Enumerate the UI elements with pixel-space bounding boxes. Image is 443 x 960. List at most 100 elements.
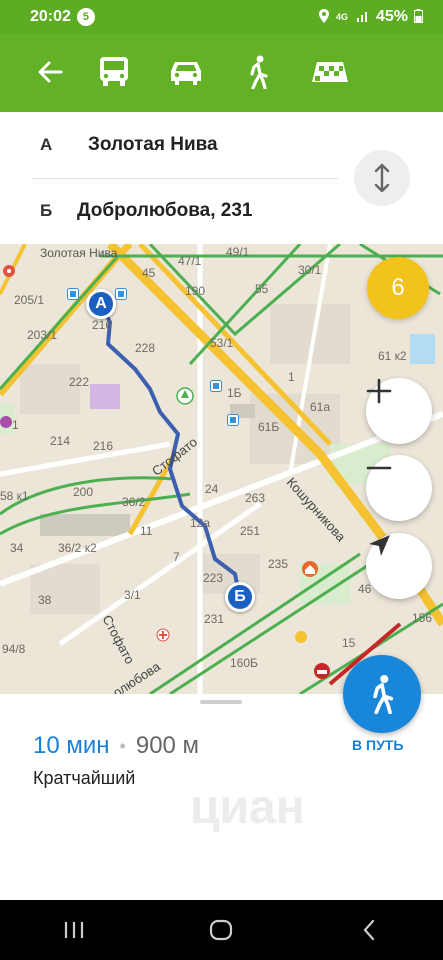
map-label: 203/1 <box>27 328 58 342</box>
map-label: 45 <box>142 266 156 280</box>
swap-vertical-icon <box>374 163 390 193</box>
poi-medical-icon <box>156 628 170 642</box>
from-letter: А <box>40 135 53 154</box>
map-label: 94/8 <box>2 642 26 656</box>
from-address: Золотая Нива <box>88 134 218 155</box>
map-label: 46 <box>358 582 372 596</box>
map-label: 222 <box>69 375 90 389</box>
route-duration: 10 мин <box>33 732 110 759</box>
status-icons: 4G 45% <box>318 8 423 26</box>
bus-stop-icon <box>210 380 222 392</box>
mode-car-button[interactable] <box>164 50 208 94</box>
sheet-drag-handle[interactable] <box>200 700 242 704</box>
mode-taxi-button[interactable] <box>308 50 352 94</box>
map-label: 7 <box>173 550 180 564</box>
zoom-in-button[interactable] <box>366 378 432 444</box>
map-label: 58 к1 <box>0 489 29 503</box>
map-label: 228 <box>135 341 156 355</box>
map-label: 55 <box>255 282 269 296</box>
home-button[interactable] <box>191 910 251 950</box>
bus-stop-icon <box>67 288 79 300</box>
map-label: 49/1 <box>226 245 250 259</box>
route-type-label: Кратчайший <box>33 768 136 788</box>
bus-icon <box>100 57 128 86</box>
map-label: 47/1 <box>178 254 202 268</box>
watermark-logo: циан <box>190 781 305 834</box>
back-button[interactable] <box>28 50 72 94</box>
route-from-field[interactable]: А Золотая Нива <box>0 112 340 178</box>
poi-shop-icon <box>0 416 12 428</box>
battery-percent: 45% <box>375 8 408 25</box>
navigation-arrow-icon <box>369 535 390 556</box>
poi-car-service-icon <box>314 663 330 679</box>
car-icon <box>171 62 201 85</box>
map-label: 30/1 <box>298 263 322 277</box>
start-navigation-button[interactable] <box>343 655 421 733</box>
route-end-marker[interactable]: Б <box>225 582 255 612</box>
map-label: 216 <box>93 439 114 453</box>
map-label: 263 <box>245 491 266 505</box>
route-to-field[interactable]: Б Добролюбова, 231 <box>0 178 340 244</box>
summary-separator: • <box>119 735 126 756</box>
map-label: 1 <box>288 370 295 384</box>
map-label: 214 <box>50 434 71 448</box>
mode-bus-button[interactable] <box>92 50 136 94</box>
map-label: 205/1 <box>14 293 45 307</box>
walk-icon <box>373 674 394 714</box>
map-label: 1Б <box>227 386 242 400</box>
status-time: 20:02 <box>30 8 71 25</box>
map-label: 216 <box>92 318 113 332</box>
bus-stop-icon <box>227 414 239 426</box>
route-distance: 900 м <box>135 732 200 759</box>
route-start-marker[interactable]: А <box>86 289 116 319</box>
map-label: 34 <box>10 541 24 555</box>
notification-count-badge: 5 <box>76 8 95 26</box>
bus-stop-icon <box>115 288 127 300</box>
map-label: 53/1 <box>210 336 234 350</box>
svg-text:4G: 4G <box>336 12 348 22</box>
poi-pin-icon <box>3 265 15 277</box>
map-stop-label: Золотая Нива <box>40 246 118 260</box>
battery-icon <box>414 8 423 26</box>
map-label: 200 <box>73 485 94 499</box>
recents-button[interactable] <box>44 910 104 950</box>
swap-route-button[interactable] <box>354 150 410 206</box>
data-signal-icon: 4G <box>336 9 350 26</box>
map-label: 156 <box>412 611 433 625</box>
to-address: Добролюбова, 231 <box>77 200 253 221</box>
recents-icon <box>64 922 83 938</box>
map-label: 15 <box>342 636 356 650</box>
map-label: 61 к2 <box>378 349 407 363</box>
map-label: 61а <box>310 400 331 414</box>
poi-tree-icon <box>176 387 194 405</box>
traffic-score-button[interactable]: 6 <box>367 257 429 319</box>
map-label: 61Б <box>258 420 280 434</box>
location-icon <box>318 8 330 26</box>
minus-icon <box>366 466 392 470</box>
mode-walk-button[interactable] <box>236 50 280 94</box>
map-label: 235 <box>268 557 289 571</box>
to-letter: Б <box>40 201 53 220</box>
status-bar: 20:02 5 4G 45% <box>0 0 443 34</box>
route-summary: 10 мин • 900 м <box>33 732 199 760</box>
route-panel: А Золотая Нива Б Добролюбова, 231 <box>0 112 443 244</box>
map-label: 36/2 <box>122 495 146 509</box>
start-navigation-label[interactable]: В ПУТЬ <box>352 737 403 753</box>
map-label: 3/1 <box>124 588 141 602</box>
plus-icon <box>366 378 392 404</box>
map-label: 12а <box>190 516 211 530</box>
zoom-out-button[interactable] <box>366 455 432 521</box>
map-label: 231 <box>204 612 225 626</box>
map-label: 223 <box>203 571 224 585</box>
taxi-icon <box>312 62 348 82</box>
map-label: 24 <box>205 482 219 496</box>
chevron-left-icon <box>363 919 375 941</box>
back-system-button[interactable] <box>339 910 399 950</box>
poi-theatre-icon <box>295 631 307 643</box>
map-view[interactable]: Золотая Нива 45 47/1 49/1 30/1 205/1 216… <box>0 244 443 694</box>
map-label: 36/2 к2 <box>58 541 97 555</box>
transport-mode-bar <box>0 34 443 112</box>
my-location-button[interactable] <box>366 533 432 599</box>
poi-home-icon <box>302 561 318 577</box>
back-arrow-icon <box>38 61 63 83</box>
